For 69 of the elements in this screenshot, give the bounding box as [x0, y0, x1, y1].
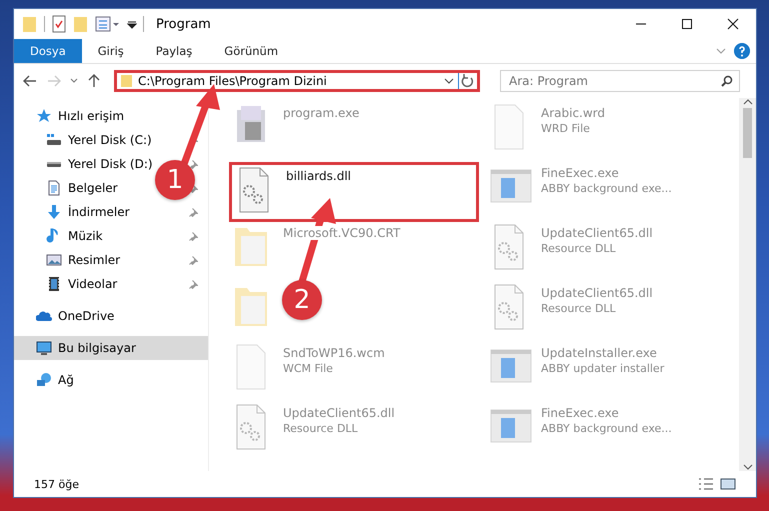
sidebar-item[interactable]: Videolar: [14, 272, 208, 296]
file-name: UpdateClient65.dll: [541, 226, 653, 240]
file-item[interactable]: billiards.dll: [229, 162, 479, 222]
sidebar-item[interactable]: OneDrive: [14, 304, 208, 328]
sidebar-item[interactable]: Yerel Disk (C:): [14, 128, 208, 152]
expand-ribbon-icon[interactable]: [716, 47, 726, 55]
window-title: Program: [156, 16, 211, 32]
download-icon: [46, 204, 62, 220]
dropdown-caret-icon[interactable]: [444, 78, 454, 84]
picture-icon: [46, 252, 62, 268]
file-type: ABBY background exe...: [541, 182, 672, 195]
scroll-down-icon[interactable]: [742, 463, 752, 471]
maximize-icon: [681, 18, 693, 30]
file-name: Microsoft.VC90.CRT: [283, 226, 400, 240]
large-icons-view-icon[interactable]: [720, 478, 736, 490]
sidebar-item[interactable]: İndirmeler: [14, 200, 208, 224]
forward-arrow-icon: [47, 75, 61, 87]
file-type: ABBY background exe...: [541, 422, 672, 435]
address-bar[interactable]: C:\Program Files\Program Dizini: [114, 70, 480, 92]
file-name: SndToWP16.wcm: [283, 346, 385, 360]
sidebar-item[interactable]: Bu bilgisayar: [14, 336, 208, 360]
view-menu-icon[interactable]: [95, 15, 121, 33]
folder-icon: [22, 15, 38, 33]
sidebar-item[interactable]: Müzik: [14, 224, 208, 248]
pin-icon[interactable]: [189, 232, 198, 240]
network-icon: [36, 372, 52, 388]
file-type: WRD File: [541, 122, 591, 135]
search-field[interactable]: Ara: Program: [500, 70, 740, 92]
ribbon-tab[interactable]: Giriş: [82, 39, 140, 63]
scroll-thumb[interactable]: [743, 108, 752, 158]
file-type: Resource DLL: [283, 422, 359, 435]
file-type: Resource DLL: [541, 242, 617, 255]
folder-icon: [120, 74, 134, 88]
properties-icon[interactable]: [51, 15, 67, 33]
back-arrow-icon: [23, 75, 37, 87]
sidebar-item[interactable]: Ağ: [14, 368, 208, 392]
file-name: Arabic.wrd: [541, 106, 606, 120]
help-icon[interactable]: [734, 43, 750, 59]
file-name: UpdateClient65.dll: [541, 286, 653, 300]
customize-caret-icon[interactable]: [127, 19, 137, 29]
pin-icon[interactable]: [189, 280, 198, 288]
search-icon: [721, 75, 733, 87]
file-type: Resource DLL: [541, 302, 617, 315]
star-icon: [36, 108, 52, 124]
drive-win-icon: [46, 132, 62, 148]
ribbon-tab[interactable]: Görünüm: [208, 39, 294, 63]
scrollbar[interactable]: [739, 98, 756, 471]
pin-icon[interactable]: [189, 208, 198, 216]
computer-icon: [36, 340, 52, 356]
file-name: billiards.dll: [286, 169, 351, 183]
details-view-icon[interactable]: [698, 478, 714, 490]
close-icon: [727, 18, 739, 30]
sidebar-item[interactable]: Resimler: [14, 248, 208, 272]
file-name: UpdateClient65.dll: [283, 406, 395, 420]
scroll-up-icon[interactable]: [742, 98, 752, 106]
item-count: 157 öğe: [34, 478, 79, 490]
caret-icon: [70, 78, 78, 84]
pin-icon[interactable]: [189, 160, 198, 168]
sidebar-item[interactable]: Hızlı erişim: [14, 104, 208, 128]
video-icon: [46, 276, 62, 292]
file-type: ABBY updater installer: [541, 362, 664, 375]
path-field[interactable]: C:\Program Files\Program Dizini: [134, 73, 440, 89]
document-icon: [46, 180, 62, 196]
drive-icon: [46, 160, 62, 168]
file-type: WCM File: [283, 362, 334, 375]
ribbon-tab[interactable]: Paylaş: [140, 39, 208, 63]
pin-icon[interactable]: [189, 256, 198, 264]
up-arrow-icon: [88, 74, 100, 88]
ribbon-tab[interactable]: Dosya: [14, 39, 82, 63]
